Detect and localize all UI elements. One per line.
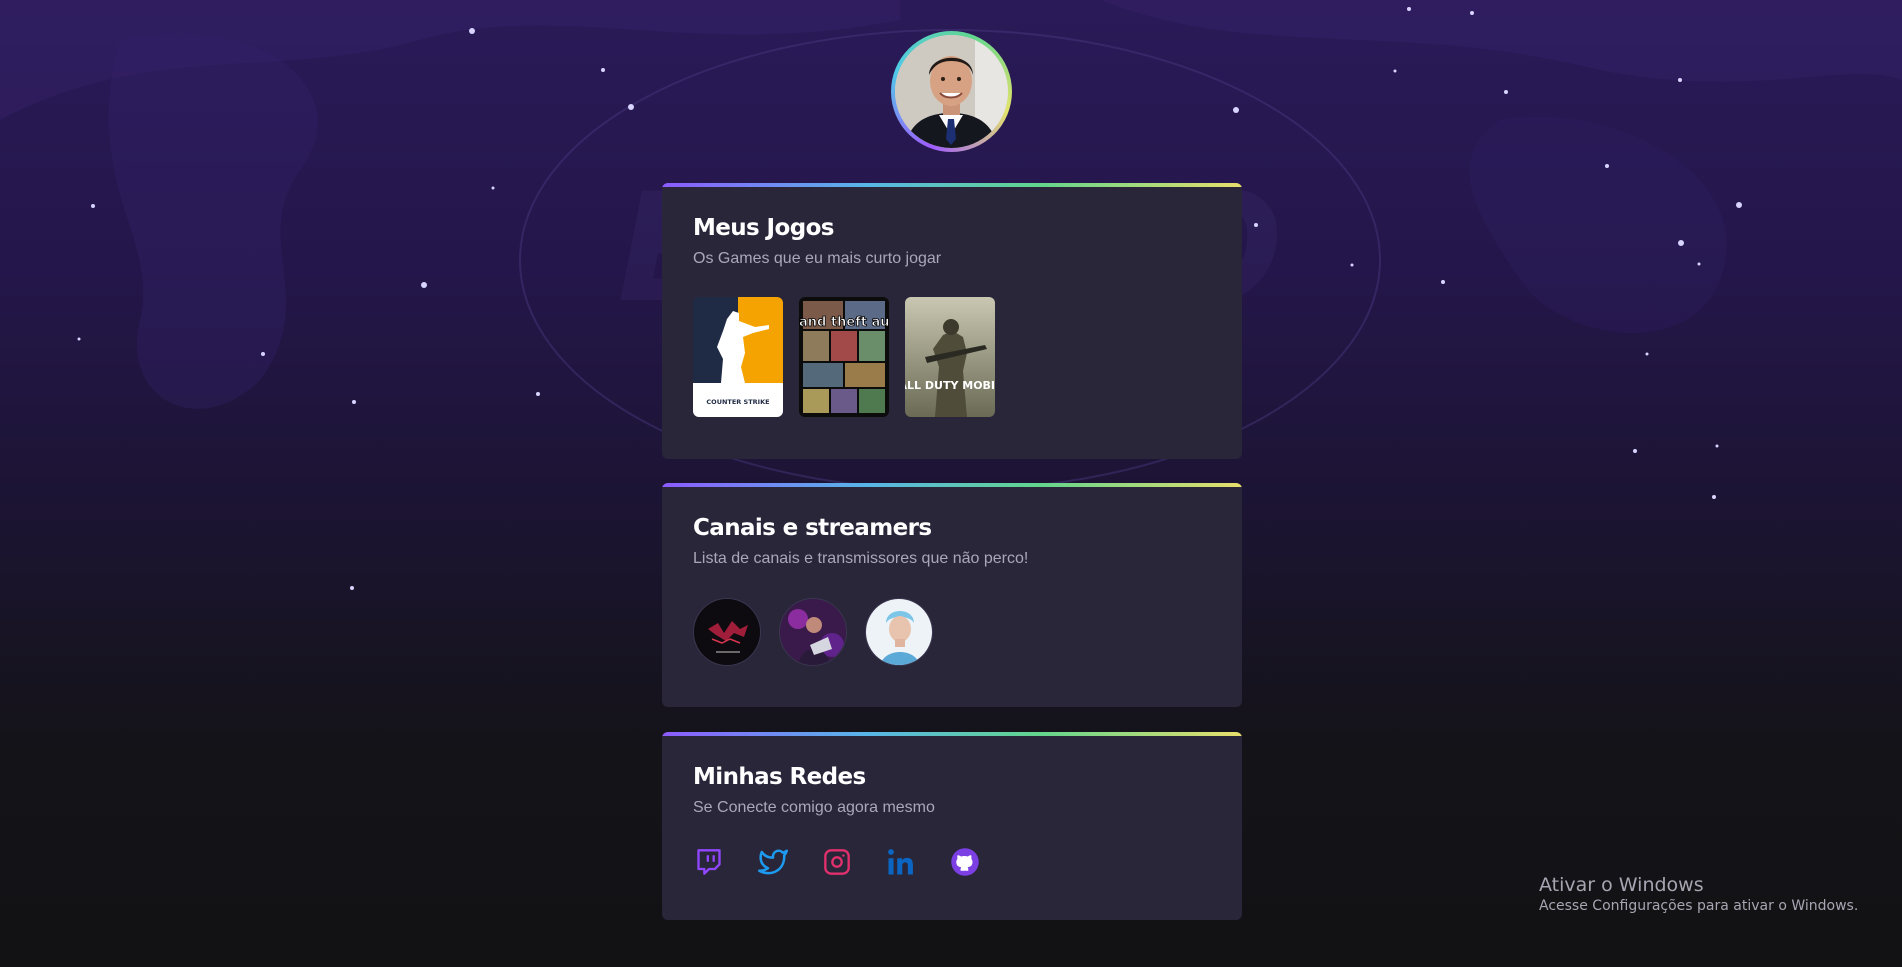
profile-avatar [891,31,1012,152]
watermark-title: Ativar o Windows [1539,874,1704,896]
social-title: Minhas Redes [693,764,866,790]
channels-card: Canais e streamers Lista de canais e tra… [662,483,1242,707]
channels-list [693,598,1211,666]
twitter-icon[interactable] [757,846,789,878]
social-links [693,846,1211,878]
channel-avatar[interactable] [779,598,847,666]
channel-avatar[interactable] [865,598,933,666]
windows-activation-watermark: Ativar o Windows Acesse Configurações pa… [1539,873,1858,915]
watermark-subtitle: Acesse Configurações para ativar o Windo… [1539,898,1859,914]
linkedin-icon[interactable] [885,846,917,878]
games-list: COUNTER STRIKE grand theft auto [693,297,1211,417]
game-cover-label: grand theft auto [799,315,889,330]
channels-subtitle: Lista de canais e transmissores que não … [693,550,1029,567]
games-title: Meus Jogos [693,215,834,241]
github-icon[interactable] [949,846,981,878]
games-subtitle: Os Games que eu mais curto jogar [693,250,942,267]
game-cover-label: CALL DUTY MOBILE [905,379,995,392]
twitch-icon[interactable] [693,846,725,878]
social-subtitle: Se Conecte comigo agora mesmo [693,799,935,816]
channel-avatar[interactable] [693,598,761,666]
channels-title: Canais e streamers [693,515,932,541]
game-cover-gta-san-andreas[interactable]: grand theft auto [799,297,889,417]
games-card: Meus Jogos Os Games que eu mais curto jo… [662,183,1242,459]
game-cover-label: COUNTER STRIKE [706,398,769,406]
social-card: Minhas Redes Se Conecte comigo agora mes… [662,732,1242,920]
game-cover-call-of-duty-mobile[interactable]: CALL DUTY MOBILE [905,297,995,417]
game-cover-counter-strike[interactable]: COUNTER STRIKE [693,297,783,417]
instagram-icon[interactable] [821,846,853,878]
profile-photo-icon [895,35,1008,148]
